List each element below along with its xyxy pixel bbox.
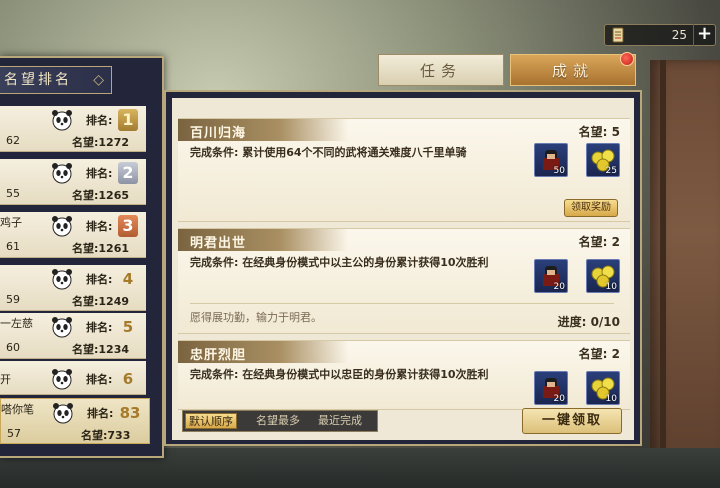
achievement-title: 百川归海 xyxy=(190,126,247,141)
achievement-title: 明君出世 xyxy=(190,236,247,251)
currency-bar: 25 + xyxy=(604,24,716,46)
fame-value: 名望:1234 xyxy=(72,343,130,356)
rank-number: 4 xyxy=(122,270,134,288)
player-level: 59 xyxy=(6,293,20,306)
rank-label: 排名: xyxy=(86,273,113,286)
rank-number: 83 xyxy=(119,404,141,422)
ranking-row[interactable]: 一左慈 排名: 5 60 名望:1234 xyxy=(0,313,146,359)
panda-avatar-icon xyxy=(51,401,75,425)
player-level: 55 xyxy=(6,187,20,200)
notification-dot xyxy=(620,52,634,66)
sort-recent-button[interactable]: 最近完成 xyxy=(315,413,365,429)
rank-label: 排名: xyxy=(86,220,113,233)
achievement-card: 明君出世 名望: 2 完成条件: 在经典身份模式中以主公的身份累计获得10次胜利… xyxy=(178,228,630,334)
achievement-condition: 完成条件: 在经典身份模式中以主公的身份累计获得10次胜利 xyxy=(190,256,489,269)
rank-badge-silver: 2 xyxy=(118,162,138,184)
divider xyxy=(190,303,614,304)
rank-label: 排名: xyxy=(87,407,114,420)
rank-number: 5 xyxy=(122,318,134,336)
reward-qty: 20 xyxy=(553,282,565,292)
panda-avatar-icon xyxy=(50,315,74,339)
ranking-title: 名望排名 xyxy=(0,66,112,94)
ranking-row[interactable]: 开 排名: 6 xyxy=(0,361,146,395)
player-level: 61 xyxy=(6,240,20,253)
ranking-row[interactable]: 排名: 1 62 名望:1272 xyxy=(0,106,146,152)
tab-achievement[interactable]: 成就 xyxy=(510,54,636,86)
ranking-row[interactable]: 排名: 4 59 名望:1249 xyxy=(0,265,146,311)
fame-value: 名望:1261 xyxy=(72,242,130,255)
ranking-row[interactable]: 排名: 2 55 名望:1265 xyxy=(0,159,146,205)
sort-options: 默认顺序 名望最多 最近完成 xyxy=(182,410,378,432)
panda-avatar-icon xyxy=(50,108,74,132)
achievement-panel: 百川归海 名望: 5 完成条件: 累计使用64个不同的武将通关难度八千里单骑 5… xyxy=(164,90,642,446)
achievement-fame: 名望: 5 xyxy=(578,125,620,139)
reward-hero-item[interactable]: 20 xyxy=(534,371,568,405)
sort-default-button[interactable]: 默认顺序 xyxy=(185,413,237,429)
reward-qty: 20 xyxy=(553,394,565,404)
reward-gold-item[interactable]: 25 xyxy=(586,143,620,177)
achievement-flavor-text: 愿得展功勤，输力于明君。 xyxy=(190,311,322,324)
panda-avatar-icon xyxy=(50,267,74,291)
fame-value: 名望:1249 xyxy=(72,295,130,308)
fame-value: 名望:1272 xyxy=(72,136,130,149)
reward-hero-item[interactable]: 50 xyxy=(534,143,568,177)
reward-gold-item[interactable]: 10 xyxy=(586,371,620,405)
rank-label: 排名: xyxy=(86,114,113,127)
reward-qty: 25 xyxy=(605,166,617,176)
achievement-title: 忠肝烈胆 xyxy=(190,348,247,363)
player-name: 开 xyxy=(0,373,11,386)
player-name: 鸡子 xyxy=(0,216,22,229)
rank-label: 排名: xyxy=(86,167,113,180)
player-level: 62 xyxy=(6,134,20,147)
reward-qty: 10 xyxy=(605,394,617,404)
fame-ranking-panel: 名望排名 排名: 1 62 名望:1272 排名: 2 55 名望:1265 鸡… xyxy=(0,56,164,458)
fame-value: 名望:1265 xyxy=(72,189,130,202)
currency-value: 25 xyxy=(671,28,687,42)
scroll-ticket-icon xyxy=(607,24,629,46)
reward-gold-item[interactable]: 10 xyxy=(586,259,620,293)
bottom-controls: 默认顺序 名望最多 最近完成 一键领取 xyxy=(170,404,636,440)
reward-qty: 10 xyxy=(605,282,617,292)
player-name: 一左慈 xyxy=(0,317,33,330)
panda-avatar-icon xyxy=(50,214,74,238)
ranking-row[interactable]: 鸡子 排名: 3 61 名望:1261 xyxy=(0,212,146,258)
claim-reward-button[interactable]: 领取奖励 xyxy=(564,199,618,217)
reward-qty: 50 xyxy=(553,166,565,176)
panda-avatar-icon xyxy=(50,161,74,185)
achievement-condition: 完成条件: 累计使用64个不同的武将通关难度八千里单骑 xyxy=(190,146,467,159)
tab-mission[interactable]: 任务 xyxy=(378,54,504,86)
reward-hero-item[interactable]: 20 xyxy=(534,259,568,293)
achievement-fame: 名望: 2 xyxy=(578,347,620,361)
achievement-card: 忠肝烈胆 名望: 2 完成条件: 在经典身份模式中以忠臣的身份累计获得10次胜利… xyxy=(178,340,630,410)
achievement-list: 百川归海 名望: 5 完成条件: 累计使用64个不同的武将通关难度八千里单骑 5… xyxy=(172,98,634,440)
rank-number: 6 xyxy=(122,370,134,388)
claim-all-button[interactable]: 一键领取 xyxy=(522,408,622,434)
rank-label: 排名: xyxy=(86,373,113,386)
sort-fame-button[interactable]: 名望最多 xyxy=(253,413,303,429)
player-level: 60 xyxy=(6,341,20,354)
achievement-fame: 名望: 2 xyxy=(578,235,620,249)
add-currency-button[interactable]: + xyxy=(693,24,715,46)
achievement-condition: 完成条件: 在经典身份模式中以忠臣的身份累计获得10次胜利 xyxy=(190,368,489,381)
player-name: 嗒你笔 xyxy=(1,403,34,416)
rank-badge-bronze: 3 xyxy=(118,215,138,237)
achievement-progress: 进度: 0/10 xyxy=(557,315,620,329)
my-ranking-row[interactable]: 嗒你笔 排名: 83 57 名望:733 xyxy=(0,398,150,444)
player-level: 57 xyxy=(7,427,21,440)
background-wood-pillar xyxy=(650,60,720,488)
rank-badge-gold: 1 xyxy=(118,109,138,131)
panda-avatar-icon xyxy=(50,367,74,391)
achievement-card: 百川归海 名望: 5 完成条件: 累计使用64个不同的武将通关难度八千里单骑 5… xyxy=(178,118,630,222)
rank-label: 排名: xyxy=(86,321,113,334)
fame-value: 名望:733 xyxy=(81,429,131,442)
